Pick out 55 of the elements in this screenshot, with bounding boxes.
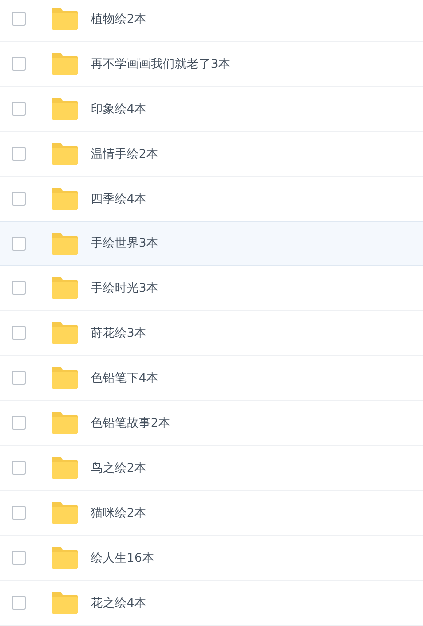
folder-icon (52, 188, 78, 210)
folder-row[interactable]: 手绘世界3本 (0, 221, 423, 266)
folder-name[interactable]: 色铅笔故事2本 (91, 414, 171, 432)
checkbox[interactable] (12, 371, 26, 385)
folder-icon (52, 412, 78, 434)
folder-row[interactable]: 色铅笔故事2本 (0, 401, 423, 446)
folder-name[interactable]: 手绘时光3本 (91, 280, 159, 296)
folder-name[interactable]: 植物绘2本 (91, 10, 147, 28)
folder-row[interactable]: 印象绘4本 (0, 87, 423, 132)
checkbox[interactable] (12, 12, 26, 26)
checkbox[interactable] (12, 506, 26, 520)
folder-icon (52, 322, 78, 344)
folder-icon (52, 502, 78, 524)
folder-icon (52, 592, 78, 614)
folder-row[interactable]: 植物绘2本 (0, 0, 423, 42)
folder-name[interactable]: 手绘世界3本 (91, 235, 159, 252)
checkbox[interactable] (12, 281, 26, 295)
checkbox[interactable] (12, 192, 26, 206)
folder-row[interactable]: 手绘时光3本 (0, 266, 423, 311)
checkbox[interactable] (12, 326, 26, 340)
folder-name[interactable]: 温情手绘2本 (91, 146, 159, 162)
folder-name[interactable]: 猫咪绘2本 (91, 504, 147, 522)
folder-row[interactable]: 再不学画画我们就老了3本 (0, 42, 423, 87)
folder-row[interactable]: 温情手绘2本 (0, 132, 423, 177)
folder-icon (52, 232, 78, 254)
folder-name[interactable]: 鸟之绘2本 (91, 460, 147, 476)
folder-row[interactable]: 花之绘4本 (0, 581, 423, 626)
folder-name[interactable]: 莳花绘3本 (91, 324, 147, 342)
checkbox[interactable] (12, 461, 26, 475)
folder-icon (52, 547, 78, 569)
checkbox[interactable] (12, 596, 26, 610)
folder-row[interactable]: 莳花绘3本 (0, 311, 423, 356)
checkbox[interactable] (12, 147, 26, 161)
checkbox[interactable] (12, 551, 26, 565)
folder-name[interactable]: 色铅笔下4本 (91, 370, 159, 386)
folder-icon (52, 143, 78, 165)
folder-icon (52, 367, 78, 389)
checkbox[interactable] (12, 416, 26, 430)
checkbox[interactable] (12, 57, 26, 71)
folder-row[interactable]: 绘人生16本 (0, 536, 423, 581)
folder-name[interactable]: 再不学画画我们就老了3本 (91, 56, 231, 72)
folder-row[interactable]: 鸟之绘2本 (0, 446, 423, 491)
folder-icon (52, 457, 78, 479)
folder-icon (52, 53, 78, 75)
folder-row[interactable]: 色铅笔下4本 (0, 356, 423, 401)
folder-name[interactable]: 印象绘4本 (91, 100, 147, 118)
checkbox[interactable] (12, 102, 26, 116)
checkbox[interactable] (12, 236, 26, 250)
folder-icon (52, 277, 78, 299)
folder-name[interactable]: 花之绘4本 (91, 594, 147, 612)
folder-name[interactable]: 四季绘4本 (91, 190, 147, 208)
folder-name[interactable]: 绘人生16本 (91, 550, 154, 566)
folder-icon (52, 8, 78, 30)
folder-row[interactable]: 猫咪绘2本 (0, 491, 423, 536)
folder-icon (52, 98, 78, 120)
